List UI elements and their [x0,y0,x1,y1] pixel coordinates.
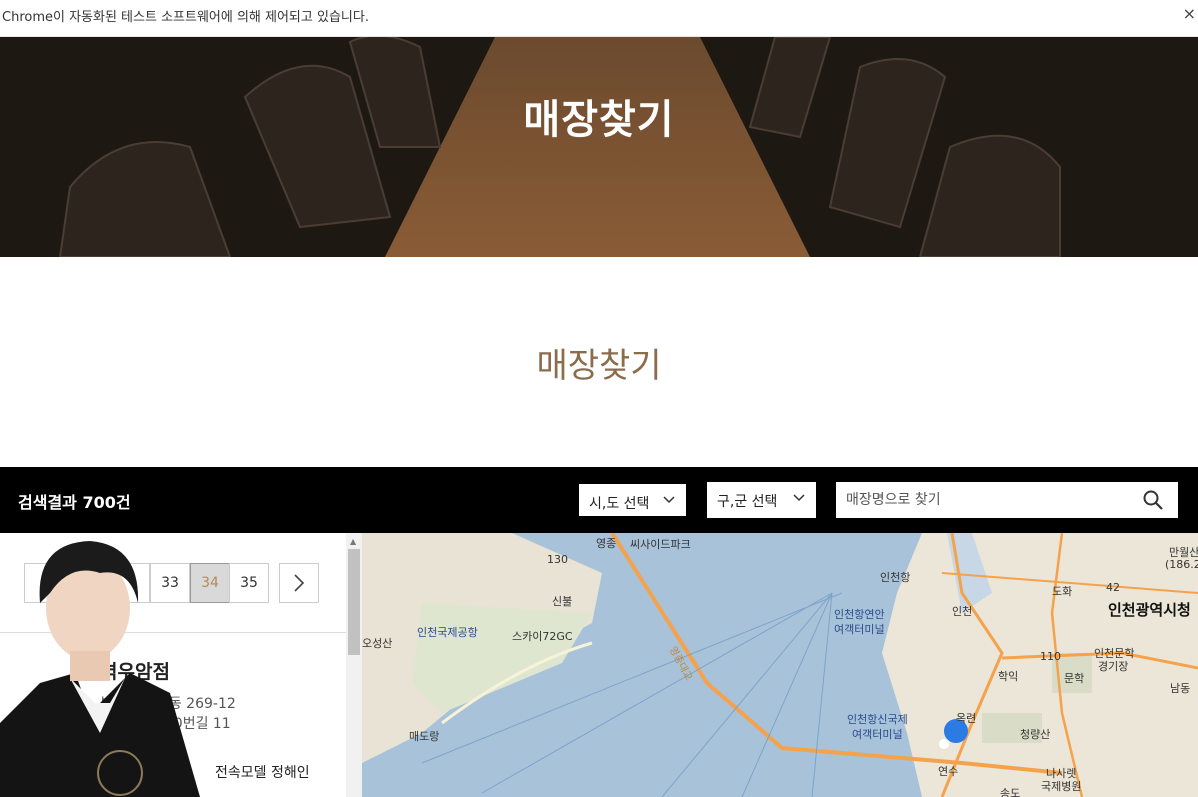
list-scrollbar[interactable]: ▲ [346,533,362,797]
map-canvas [362,533,1198,797]
map-label: 인천 [952,605,973,618]
gugun-select[interactable]: 구,군 선택 [707,482,816,518]
model-photo [0,541,200,797]
map-label: 신불 [552,595,573,608]
hero-title: 매장찾기 [523,97,675,143]
next-page-button[interactable] [279,563,319,603]
map-label: 문학 [1064,672,1085,685]
map-label: 스카이72GC [512,630,573,643]
store-search-input[interactable] [836,482,1178,518]
search-bar: 검색결과 700건 시,도 선택 구,군 선택 [0,467,1198,533]
map-label: (186.2m) [1165,558,1198,571]
map-label: 42 [1106,581,1120,594]
map-label: 학익 [998,670,1019,683]
page-button[interactable]: 35 [229,563,269,603]
map-label: 인천항신국제 [847,713,908,726]
map-label: 130 [547,553,568,566]
map-label: 오성산 [362,637,393,650]
map-label: 인천항연안 [834,608,885,621]
store-map[interactable]: 영종 씨사이드파크 인천항 만월산 (186.2m) 130 신불 인천국제공항… [362,533,1198,797]
map-label: 110 [1040,650,1061,663]
map-label: 연수 [938,765,959,778]
map-label: 여객터미널 [852,728,903,741]
scroll-thumb[interactable] [348,549,360,655]
automation-infobar: Chrome이 자동화된 테스트 소프트웨어에 의해 제어되고 있습니다. × [0,0,1198,37]
result-count: 검색결과 700건 [18,493,131,512]
chevron-right-icon [294,574,305,592]
close-icon[interactable]: × [1183,4,1196,23]
sido-select-label: 시,도 선택 [589,496,650,512]
map-label: 인천항 [880,571,911,584]
map-label: 영종 [596,537,617,550]
scroll-up-arrow-icon[interactable]: ▲ [350,537,356,546]
gugun-select-label: 구,군 선택 [717,494,778,510]
map-label: 남동 [1170,682,1191,695]
hero-banner: 매장찾기 [0,37,1198,257]
chevron-down-icon [793,494,805,502]
hero-background-image [0,37,1198,257]
map-label: 국제병원 [1041,780,1082,793]
search-icon[interactable] [1142,489,1164,511]
map-label: 인천광역시청 [1108,601,1191,619]
map-label: 송도 [1000,787,1021,797]
page-title: 매장찾기 [536,346,662,386]
infobar-text: Chrome이 자동화된 테스트 소프트웨어에 의해 제어되고 있습니다. [2,10,369,25]
sido-select[interactable]: 시,도 선택 [577,482,688,518]
map-label: 옥련 [956,712,977,725]
model-label: 전속모델 정해인 [215,765,310,781]
map-label: 여객터미널 [834,623,885,636]
map-label: 도화 [1052,585,1073,598]
map-label: 청량산 [1020,728,1051,741]
map-label: 씨사이드파크 [630,538,691,551]
map-label: 매도랑 [409,730,440,743]
map-label: 경기장 [1098,660,1129,673]
map-label: 인천국제공항 [417,626,478,639]
chevron-down-icon [663,496,675,504]
